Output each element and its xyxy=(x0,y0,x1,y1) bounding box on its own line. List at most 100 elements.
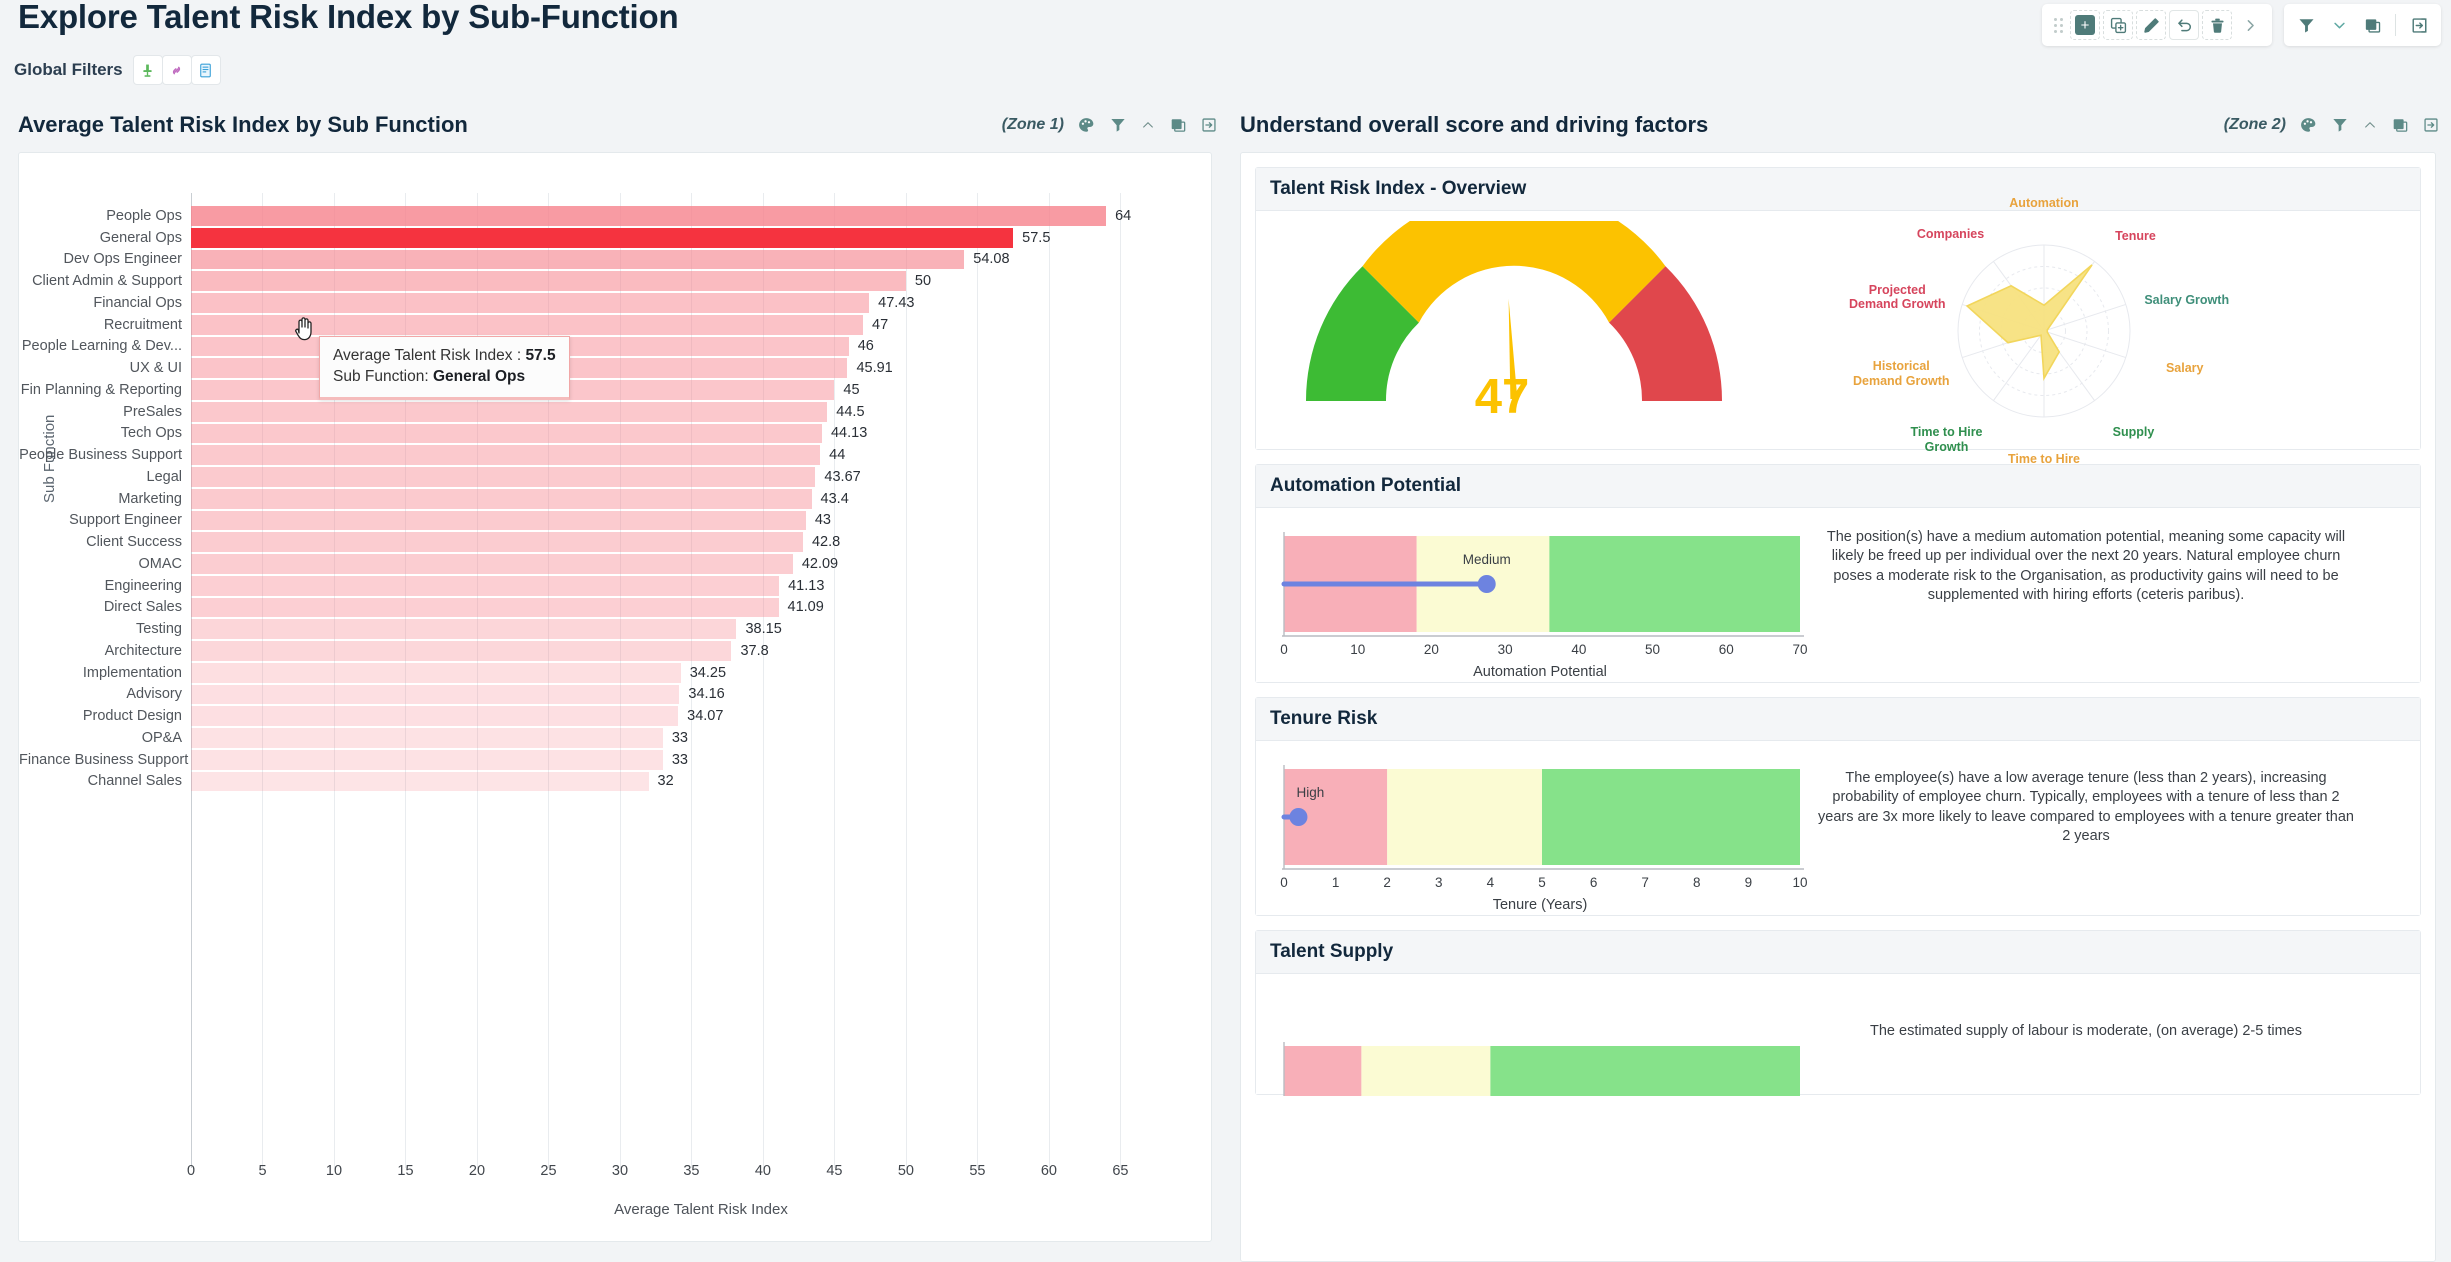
bar[interactable] xyxy=(191,401,828,422)
bar-row-label: Testing xyxy=(136,621,182,638)
bar-row[interactable]: Fin Planning & Reporting 45 xyxy=(19,379,1211,401)
bar-value-label: 46 xyxy=(857,338,874,355)
document-filter-icon[interactable] xyxy=(190,55,221,85)
bar[interactable] xyxy=(191,706,679,726)
bar-row[interactable]: Direct Sales 41.09 xyxy=(19,597,1211,619)
bar[interactable] xyxy=(191,445,821,465)
bar[interactable] xyxy=(191,575,780,596)
bar[interactable] xyxy=(191,206,1107,226)
bar[interactable] xyxy=(191,597,779,618)
export-icon[interactable] xyxy=(2422,116,2440,134)
export-button[interactable] xyxy=(2404,10,2434,40)
duplicate-button[interactable] xyxy=(2103,10,2133,40)
bar-track: 50 xyxy=(191,270,1211,292)
bar[interactable] xyxy=(191,771,649,792)
bar[interactable] xyxy=(191,532,803,552)
gauge-value: 47 xyxy=(1474,370,1530,424)
chevron-down-button[interactable] xyxy=(2324,10,2354,40)
bar-row[interactable]: Product Design 34.07 xyxy=(19,705,1211,727)
x-tick-label: 25 xyxy=(540,1163,557,1179)
export-icon[interactable] xyxy=(1200,116,1218,134)
undo-button[interactable] xyxy=(2169,10,2199,40)
bar-track: 41.13 xyxy=(191,575,1211,597)
palette-icon[interactable] xyxy=(2299,116,2318,135)
bar-row[interactable]: UX & UI 45.91 xyxy=(19,357,1211,379)
edit-button[interactable] xyxy=(2136,10,2166,40)
tenure-card-body: 0 1 2 3 4 5 6 7 8 9 10 Tenure (Years) High The emplo… xyxy=(1256,741,2420,915)
chevron-up-icon[interactable] xyxy=(1140,117,1156,133)
bar[interactable] xyxy=(191,249,965,270)
bar-row[interactable]: People Business Support 44 xyxy=(19,444,1211,466)
bar-row[interactable]: Client Success 42.8 xyxy=(19,531,1211,553)
bar[interactable] xyxy=(191,467,816,487)
next-button[interactable] xyxy=(2235,10,2265,40)
bar[interactable] xyxy=(191,641,732,661)
bar-row[interactable]: General Ops 57.5 xyxy=(19,227,1211,249)
bar-row-label: UX & UI xyxy=(129,360,182,377)
person-filter-icon[interactable] xyxy=(132,55,163,85)
bar-row-label: People Ops xyxy=(106,207,182,224)
bullet-tick-label: 4 xyxy=(1486,875,1495,890)
filter-icon[interactable] xyxy=(1109,116,1127,134)
palette-icon[interactable] xyxy=(1077,116,1096,135)
bar-row[interactable]: OMAC 42.09 xyxy=(19,553,1211,575)
delete-button[interactable] xyxy=(2202,10,2232,40)
bar-track: 38.15 xyxy=(191,618,1211,640)
bar-row[interactable]: Engineering 41.13 xyxy=(19,575,1211,597)
bar[interactable] xyxy=(191,510,806,531)
filter-icon[interactable] xyxy=(2331,116,2349,134)
bar[interactable] xyxy=(191,227,1014,248)
bar-row[interactable]: Finance Business Support 33 xyxy=(19,749,1211,771)
bar[interactable] xyxy=(191,423,822,444)
layers-icon[interactable] xyxy=(1169,116,1187,134)
bar-row[interactable]: People Ops 64 xyxy=(19,205,1211,227)
add-button[interactable]: + xyxy=(2070,10,2100,40)
link-filter-icon[interactable] xyxy=(161,55,192,85)
bar-row[interactable]: Legal 43.67 xyxy=(19,466,1211,488)
bullet-tick-label: 40 xyxy=(1571,642,1587,657)
bar-row-label: Legal xyxy=(146,468,182,485)
bar-chart: Sub Function People Ops 64 General Ops 57.5… xyxy=(19,153,1211,1241)
chevron-up-icon[interactable] xyxy=(2362,117,2378,133)
bar[interactable] xyxy=(191,728,663,748)
bar-row[interactable]: Testing 38.15 xyxy=(19,618,1211,640)
bar-row[interactable]: Marketing 43.4 xyxy=(19,488,1211,510)
bar-value-label: 43 xyxy=(814,512,831,529)
bar-row[interactable]: PreSales 44.5 xyxy=(19,401,1211,423)
bar-row-label: Tech Ops xyxy=(120,425,182,442)
bar-row[interactable]: Channel Sales 32 xyxy=(19,771,1211,793)
bar-row[interactable]: OP&A 33 xyxy=(19,727,1211,749)
layers-icon[interactable] xyxy=(2391,116,2409,134)
layers-button[interactable] xyxy=(2357,10,2387,40)
tenure-description: The employee(s) have a low average tenur… xyxy=(1818,770,2354,844)
bar-row[interactable]: Architecture 37.8 xyxy=(19,640,1211,662)
bar-track: 44.5 xyxy=(191,401,1211,423)
drag-handle[interactable] xyxy=(2049,12,2067,38)
bar-row[interactable]: Advisory 34.16 xyxy=(19,684,1211,706)
bar[interactable] xyxy=(191,293,870,313)
bar[interactable] xyxy=(191,488,812,509)
bar[interactable] xyxy=(191,684,680,705)
bar-row[interactable]: Tech Ops 44.13 xyxy=(19,423,1211,445)
bar-row[interactable]: People Learning & Dev... 46 xyxy=(19,336,1211,358)
bar[interactable] xyxy=(191,662,681,683)
bar-row-label: General Ops xyxy=(99,229,182,246)
x-tick-label: 5 xyxy=(258,1163,267,1179)
bar-track: 57.5 xyxy=(191,227,1211,249)
supply-card-title: Talent Supply xyxy=(1256,931,2420,974)
bar[interactable] xyxy=(191,554,793,574)
bar-row[interactable]: Financial Ops 47.43 xyxy=(19,292,1211,314)
x-tick-label: 45 xyxy=(826,1163,843,1179)
bar[interactable] xyxy=(191,271,906,291)
bar[interactable] xyxy=(191,619,737,639)
bar-row[interactable]: Dev Ops Engineer 54.08 xyxy=(19,249,1211,271)
bar-row[interactable]: Client Admin & Support 50 xyxy=(19,270,1211,292)
bar-row[interactable]: Recruitment 47 xyxy=(19,314,1211,336)
bar-track: 47.43 xyxy=(191,292,1211,314)
bar-row[interactable]: Implementation 34.25 xyxy=(19,662,1211,684)
filter-button[interactable] xyxy=(2291,10,2321,40)
bullet-tick-label: 50 xyxy=(1645,642,1661,657)
supply-card: Talent Supply The estimated supply of la… xyxy=(1255,930,2421,1101)
bar[interactable] xyxy=(191,749,663,770)
bar-row[interactable]: Support Engineer 43 xyxy=(19,510,1211,532)
